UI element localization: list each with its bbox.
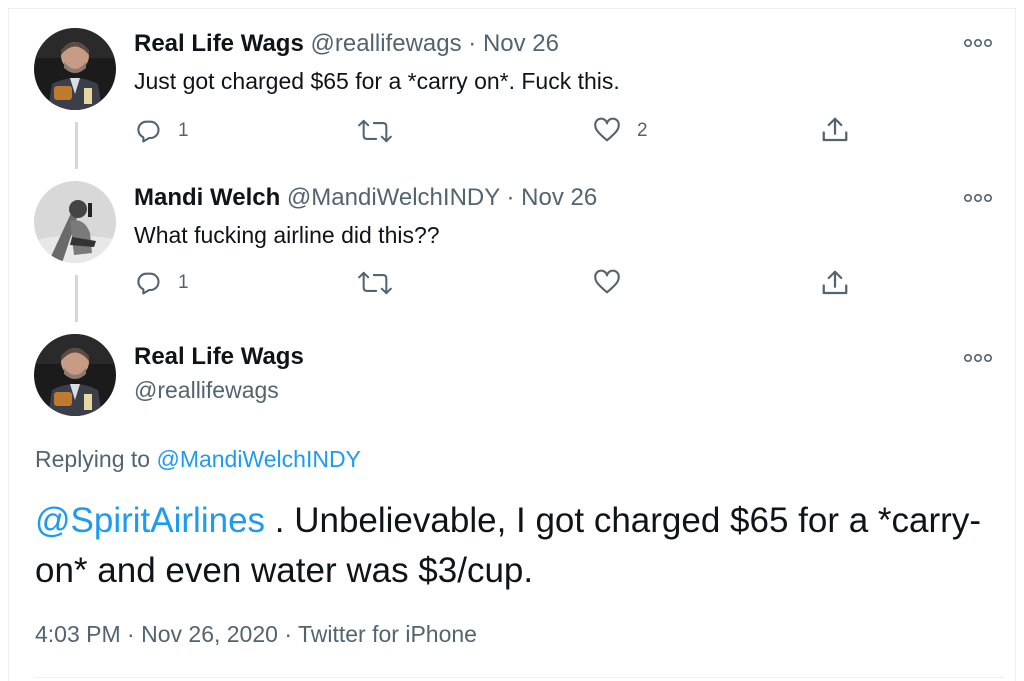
more-options-icon[interactable] — [963, 350, 993, 368]
reply-button[interactable]: 1 — [134, 269, 189, 297]
heart-icon — [593, 117, 621, 145]
author-handle[interactable]: @MandiWelchINDY — [287, 184, 500, 211]
reply-icon — [134, 269, 162, 297]
thread-connector-line — [75, 122, 78, 169]
like-button[interactable]: 2 — [593, 117, 648, 145]
reply-button[interactable]: 1 — [134, 117, 189, 145]
author-handle[interactable]: @reallifewags — [134, 377, 279, 404]
thread-connector-line — [75, 275, 78, 322]
tweet-date[interactable]: Nov 26 — [521, 184, 597, 211]
share-button[interactable] — [820, 115, 850, 145]
retweet-button[interactable] — [358, 269, 408, 297]
mention-link[interactable]: @SpiritAirlines — [35, 501, 265, 540]
like-button[interactable] — [593, 269, 637, 297]
reply-icon — [134, 117, 162, 145]
reply-count: 1 — [178, 120, 189, 141]
author-name[interactable]: Real Life Wags — [134, 343, 304, 371]
reply-count: 1 — [178, 272, 189, 293]
tweet-body: @SpiritAirlines . Unbelievable, I got ch… — [35, 496, 995, 596]
tweet-time[interactable]: 4:03 PM — [35, 621, 121, 647]
divider — [35, 677, 1004, 678]
avatar-mandi-welch[interactable] — [34, 181, 116, 263]
replying-to: Replying to @MandiWelchINDY — [35, 446, 361, 473]
replying-to-handle-link[interactable]: @MandiWelchINDY — [156, 446, 360, 472]
tweet-header: Mandi Welch @MandiWelchINDY · Nov 26 — [134, 184, 597, 212]
share-button[interactable] — [820, 268, 850, 298]
author-name[interactable]: Mandi Welch — [134, 184, 280, 211]
separator-dot: · — [506, 184, 515, 211]
tweet-client[interactable]: Twitter for iPhone — [298, 621, 477, 647]
tweet-text: What fucking airline did this?? — [134, 222, 440, 248]
separator-dot: · — [468, 30, 477, 57]
avatar-real-life-wags[interactable] — [34, 28, 116, 110]
retweet-icon — [358, 117, 392, 145]
share-icon — [820, 115, 850, 145]
share-icon — [820, 268, 850, 298]
tweet-meta: 4:03 PM · Nov 26, 2020 · Twitter for iPh… — [35, 621, 477, 648]
author-handle[interactable]: @reallifewags — [311, 30, 462, 57]
retweet-button[interactable] — [358, 117, 408, 145]
more-options-icon[interactable] — [963, 190, 993, 208]
tweet-full-date[interactable]: Nov 26, 2020 — [141, 621, 278, 647]
retweet-icon — [358, 269, 392, 297]
separator-dot: · — [284, 621, 292, 647]
like-count: 2 — [637, 120, 648, 141]
avatar-real-life-wags[interactable] — [34, 334, 116, 416]
more-options-icon[interactable] — [963, 35, 993, 53]
separator-dot: · — [127, 621, 135, 647]
heart-icon — [593, 269, 621, 297]
tweet-text: Just got charged $65 for a *carry on*. F… — [134, 68, 620, 94]
author-name[interactable]: Real Life Wags — [134, 30, 304, 57]
tweet-date[interactable]: Nov 26 — [483, 30, 559, 57]
replying-to-label: Replying to — [35, 446, 151, 472]
tweet-header: Real Life Wags @reallifewags · Nov 26 — [134, 30, 559, 58]
